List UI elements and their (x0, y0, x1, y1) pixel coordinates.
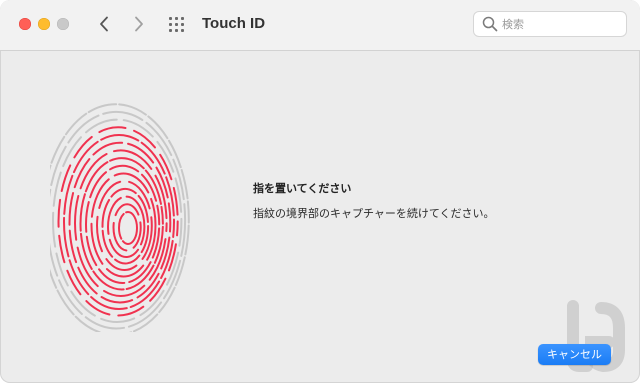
titlebar: Touch ID (0, 0, 640, 51)
chevron-right-icon (135, 16, 143, 32)
fingerprint-icon (50, 103, 190, 332)
minimize-window-button[interactable] (38, 18, 50, 30)
cancel-button[interactable]: キャンセル (538, 344, 611, 365)
forward-button[interactable] (128, 13, 150, 35)
window-title: Touch ID (202, 15, 266, 32)
back-button[interactable] (93, 13, 115, 35)
search-icon (482, 16, 498, 32)
search-input[interactable] (502, 15, 620, 33)
instruction-text: 指紋の境界部のキャプチャーを続けてください。 (253, 207, 495, 220)
instruction-heading: 指を置いてください (253, 182, 352, 195)
search-field[interactable] (473, 11, 627, 37)
chevron-left-icon (100, 16, 108, 32)
close-window-button[interactable] (19, 18, 31, 30)
zoom-window-button[interactable] (57, 18, 69, 30)
show-all-button[interactable] (167, 15, 187, 35)
touch-id-window: Touch ID 指を置いてください 指紋の境界部のキャプチャーを続けてください… (0, 0, 640, 383)
